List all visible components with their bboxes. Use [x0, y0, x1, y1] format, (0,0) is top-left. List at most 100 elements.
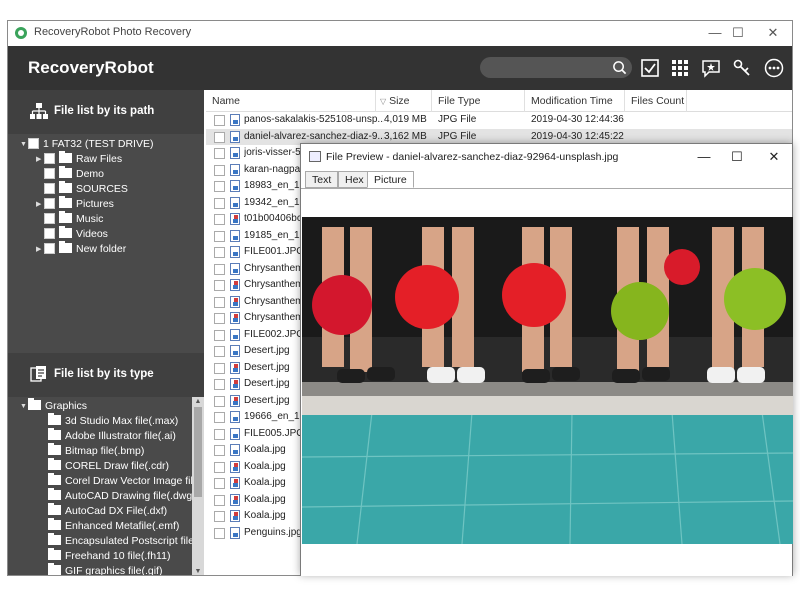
collapse-arrow-icon[interactable]: ▼: [20, 137, 28, 152]
row-checkbox[interactable]: [214, 478, 225, 489]
row-checkbox[interactable]: [214, 346, 225, 357]
preview-maximize-button[interactable]: ☐: [726, 148, 748, 166]
tab-text[interactable]: Text: [305, 171, 339, 188]
feedback-icon[interactable]: [701, 58, 721, 78]
tree-item-folder[interactable]: SOURCES: [36, 181, 128, 197]
row-checkbox[interactable]: [214, 461, 225, 473]
maximize-button[interactable]: ☐: [727, 24, 749, 42]
preview-minimize-button[interactable]: —: [693, 148, 715, 166]
column-name[interactable]: Name: [206, 90, 376, 112]
tab-hex[interactable]: Hex: [338, 171, 371, 188]
tree-item-checkbox[interactable]: [44, 167, 55, 179]
table-row[interactable]: panos-sakalakis-525108-unsp... 4,019 MB JP…: [206, 112, 792, 129]
minimize-button[interactable]: —: [704, 24, 726, 42]
tree-item-folder[interactable]: Videos: [36, 226, 108, 242]
folder-icon: [48, 518, 61, 531]
tree-item-folder[interactable]: Music: [36, 211, 103, 227]
tree-item-checkbox[interactable]: [28, 137, 39, 149]
preview-close-button[interactable]: ✕: [763, 148, 785, 166]
path-section-label: File list by its path: [54, 105, 155, 117]
row-checkbox[interactable]: [214, 181, 225, 192]
tree-item-graphics[interactable]: ▼ Graphics: [20, 398, 87, 414]
tree-item-folder[interactable]: ▶ Raw Files: [36, 151, 122, 167]
type-section-header[interactable]: File list by its type: [8, 353, 204, 397]
grid-view-icon[interactable]: [670, 58, 690, 78]
column-type[interactable]: File Type: [432, 90, 525, 112]
scroll-down-icon[interactable]: ▼: [192, 567, 204, 575]
tree-item-checkbox[interactable]: [44, 182, 55, 194]
deleted-image-file-icon: [230, 279, 240, 291]
file-type-item[interactable]: AutoCAD Drawing file(.dwg): [48, 488, 192, 504]
search-icon[interactable]: [612, 60, 627, 75]
row-checkbox[interactable]: [214, 445, 225, 456]
tab-picture[interactable]: Picture: [367, 171, 414, 188]
row-checkbox[interactable]: [214, 511, 225, 522]
tree-item-label: Videos: [76, 228, 108, 240]
folder-icon: [48, 413, 61, 426]
row-checkbox[interactable]: [214, 428, 225, 440]
row-checkbox[interactable]: [214, 197, 225, 209]
column-count[interactable]: Files Count: [625, 90, 687, 112]
row-checkbox[interactable]: [214, 296, 225, 308]
tree-item-checkbox[interactable]: [44, 227, 55, 239]
tree-item-folder[interactable]: ▶ Pictures: [36, 196, 114, 212]
path-section-header[interactable]: File list by its path: [8, 90, 204, 134]
tree-item-checkbox[interactable]: [44, 242, 55, 254]
row-checkbox[interactable]: [214, 362, 225, 374]
tree-item-checkbox[interactable]: [44, 152, 55, 164]
row-checkbox[interactable]: [214, 164, 225, 176]
more-options-icon[interactable]: [764, 58, 784, 78]
column-size[interactable]: ▽ Size: [376, 90, 432, 112]
column-date[interactable]: Modification Time: [525, 90, 625, 112]
type-list-scrollbar[interactable]: ▲ ▼: [192, 397, 204, 575]
scrollbar-thumb[interactable]: [194, 407, 202, 497]
row-checkbox[interactable]: [214, 379, 225, 390]
row-checkbox[interactable]: [214, 230, 225, 242]
row-checkbox[interactable]: [214, 329, 225, 341]
preview-body: [301, 188, 793, 576]
row-checkbox[interactable]: [214, 395, 225, 407]
row-checkbox[interactable]: [214, 527, 225, 539]
row-checkbox[interactable]: [214, 214, 225, 225]
file-type-item[interactable]: Freehand 10 file(.fh11): [48, 548, 170, 564]
row-checkbox[interactable]: [214, 131, 225, 143]
row-checkbox[interactable]: [214, 247, 225, 258]
file-type-item[interactable]: Enhanced Metafile(.emf): [48, 518, 179, 534]
file-type-item[interactable]: COREL Draw file(.cdr): [48, 458, 169, 474]
expand-arrow-icon[interactable]: ▶: [36, 197, 44, 212]
image-file-icon: [230, 196, 240, 209]
tree-item-folder[interactable]: ▶ New folder: [36, 241, 126, 257]
row-checkbox[interactable]: [214, 115, 225, 126]
file-type-item[interactable]: AutoCad DX File(.dxf): [48, 503, 167, 519]
preview-title-bar[interactable]: File Preview - daniel-alvarez-sanchez-di…: [301, 144, 792, 170]
title-bar[interactable]: RecoveryRobot Photo Recovery — ☐ ✕: [8, 21, 792, 46]
close-button[interactable]: ✕: [762, 24, 784, 42]
deleted-image-file-icon: [230, 378, 240, 390]
row-checkbox[interactable]: [214, 494, 225, 506]
folder-icon: [59, 166, 72, 179]
select-all-icon[interactable]: [640, 58, 660, 78]
file-type-item[interactable]: Adobe Illustrator file(.ai): [48, 428, 176, 444]
tree-item-checkbox[interactable]: [44, 212, 55, 224]
tree-item-drive[interactable]: ▼ 1 FAT32 (TEST DRIVE): [20, 137, 153, 152]
file-type-label: GIF graphics file(.gif): [65, 565, 163, 576]
file-type-item[interactable]: Encapsulated Postscript file(.e: [48, 533, 192, 549]
tree-item-folder[interactable]: Demo: [36, 166, 104, 182]
file-type-item[interactable]: 3d Studio Max file(.max): [48, 413, 178, 429]
row-checkbox[interactable]: [214, 313, 225, 324]
row-checkbox[interactable]: [214, 412, 225, 423]
search-input[interactable]: [480, 57, 632, 78]
scroll-up-icon[interactable]: ▲: [192, 397, 204, 407]
collapse-arrow-icon[interactable]: ▼: [20, 399, 28, 414]
row-checkbox[interactable]: [214, 280, 225, 291]
file-type-item[interactable]: Bitmap file(.bmp): [48, 443, 144, 459]
key-icon[interactable]: [732, 58, 752, 78]
file-type-item[interactable]: Corel Draw Vector Image file(: [48, 473, 192, 489]
row-checkbox[interactable]: [214, 263, 225, 275]
expand-arrow-icon[interactable]: ▶: [36, 152, 44, 167]
file-type-item[interactable]: GIF graphics file(.gif): [48, 563, 163, 576]
row-checkbox[interactable]: [214, 148, 225, 159]
folder-icon: [59, 226, 72, 239]
expand-arrow-icon[interactable]: ▶: [36, 242, 44, 257]
tree-item-checkbox[interactable]: [44, 197, 55, 209]
